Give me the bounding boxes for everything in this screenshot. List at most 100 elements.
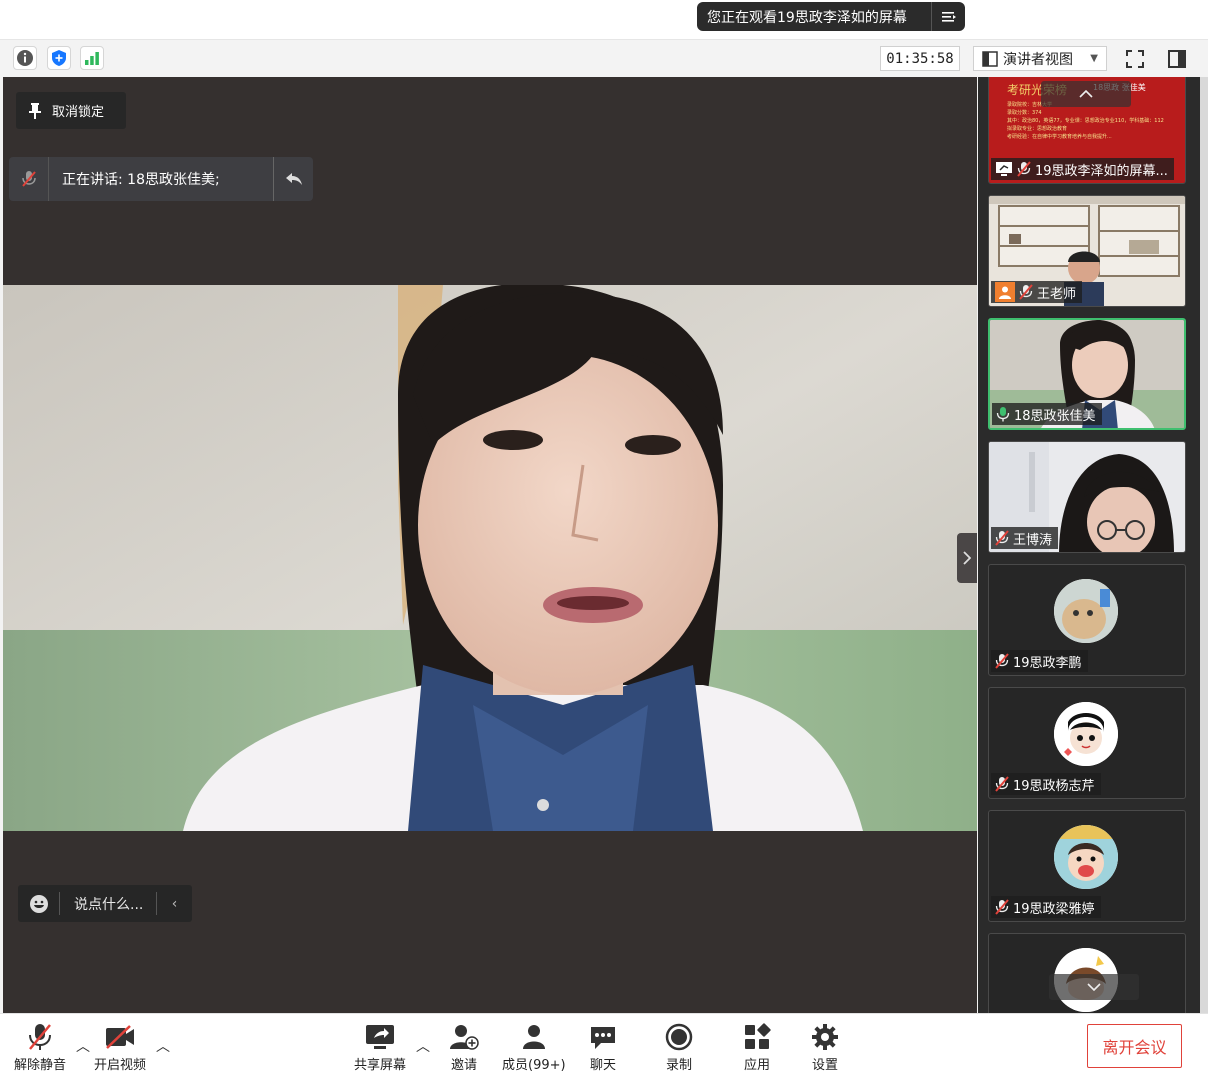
thumbnail-label: 19思政梁雅婷: [991, 896, 1101, 918]
screen-share-banner: 您正在观看19思政李泽如的屏幕: [697, 2, 965, 31]
thumbnail-screen-share[interactable]: 考研光荣榜 18思政 张佳美 录取院校：吉林大学 录取分数：374 其中：政治8…: [988, 77, 1186, 184]
thumbnail-participant[interactable]: [988, 933, 1186, 1013]
avatar-placeholder-icon: [995, 282, 1015, 302]
emoji-icon[interactable]: [18, 892, 60, 915]
avatar: [1054, 702, 1118, 766]
thumbnail-label: 王博涛: [991, 527, 1059, 549]
meeting-timer: 01:35:58: [880, 46, 960, 71]
collapse-thumbnails-handle[interactable]: [957, 533, 977, 583]
slide-line: 其中：政治80，英语77，专业课：思想政治专业110，学科基础：112: [1007, 118, 1164, 124]
network-signal-icon[interactable]: [80, 46, 104, 70]
thumbnail-label: 19思政李鹏: [991, 650, 1088, 672]
window-top-strip: 您正在观看19思政李泽如的屏幕: [0, 0, 1208, 40]
unmute-label: 解除静音: [14, 1058, 67, 1073]
unlock-pin-button[interactable]: 取消锁定: [16, 92, 126, 129]
speaker-view-icon: [982, 50, 998, 67]
meeting-control-bar: 解除静音 ︿ 开启视频 ︿ 共享屏幕 ︿ 邀请 成员(99+) 聊天 录制 应用…: [0, 1013, 1208, 1080]
active-mic-icon: [996, 407, 1010, 422]
reply-arrow-icon[interactable]: [273, 157, 313, 201]
record-button[interactable]: 录制: [665, 1020, 693, 1073]
chevron-up-icon: [1079, 90, 1093, 98]
record-icon: [665, 1020, 693, 1054]
apps-label: 应用: [743, 1058, 770, 1073]
main-video-stage: 取消锁定 正在讲话: 18思政张佳美; 说点什么... ‹: [3, 77, 977, 1013]
caret-down-icon: ▼: [1090, 53, 1098, 64]
fullscreen-icon[interactable]: [1122, 46, 1148, 72]
members-label: 成员(99+): [502, 1058, 566, 1073]
banner-menu-icon[interactable]: [931, 2, 965, 31]
thumbnail-label: 王老师: [991, 281, 1083, 303]
slide-line: 录取分数：374: [1007, 110, 1042, 116]
slide-line: 拟录取专业：思想政治教育: [1007, 126, 1068, 132]
info-icon[interactable]: [13, 46, 37, 70]
participant-name: 19思政梁雅婷: [1013, 901, 1095, 917]
chat-placeholder: 说点什么...: [74, 896, 144, 913]
muted-mic-icon: [995, 776, 1009, 792]
thumbnail-participant-active[interactable]: 18思政张佳美: [988, 318, 1186, 430]
audio-options-caret-icon[interactable]: ︿: [76, 1036, 90, 1056]
thumbnail-label: 19思政杨志芹: [991, 773, 1101, 795]
thumbnail-label: 19思政李泽如的屏幕...: [991, 158, 1174, 180]
start-video-label: 开启视频: [94, 1058, 147, 1073]
unlock-label: 取消锁定: [52, 105, 105, 120]
muted-mic-icon: [9, 157, 49, 201]
invite-button[interactable]: 邀请: [449, 1020, 479, 1073]
settings-button[interactable]: 设置: [811, 1020, 839, 1073]
thumbnail-participant[interactable]: 19思政梁雅婷: [988, 810, 1186, 922]
pin-icon: [29, 102, 41, 119]
muted-mic-icon: [995, 653, 1009, 669]
apps-button[interactable]: 应用: [743, 1020, 771, 1073]
apps-grid-icon: [743, 1020, 771, 1054]
view-mode-label: 演讲者视图: [1003, 51, 1073, 68]
thumbnail-participant[interactable]: 19思政杨志芹: [988, 687, 1186, 799]
video-off-icon: [104, 1020, 136, 1054]
thumbnail-participant[interactable]: 19思政李鹏: [988, 564, 1186, 676]
view-mode-select[interactable]: 演讲者视图 ▼: [973, 46, 1107, 71]
share-options-caret-icon[interactable]: ︿: [416, 1036, 430, 1056]
muted-mic-icon: [27, 1020, 53, 1054]
gear-icon: [811, 1020, 839, 1054]
thumbnail-scrollbar[interactable]: [1200, 77, 1208, 1013]
scroll-down-button[interactable]: [1049, 974, 1139, 1000]
participant-name: 19思政杨志芹: [1013, 778, 1095, 794]
avatar: [1054, 825, 1118, 889]
participant-name: 王博涛: [1013, 532, 1053, 548]
add-user-icon: [449, 1020, 479, 1054]
share-screen-label: 共享屏幕: [354, 1058, 407, 1073]
participant-name: 王老师: [1037, 286, 1077, 302]
participant-name: 19思政李鹏: [1013, 655, 1082, 671]
record-label: 录制: [665, 1058, 692, 1073]
chevron-down-icon: [1087, 983, 1101, 991]
video-options-caret-icon[interactable]: ︿: [156, 1036, 170, 1056]
leave-meeting-button[interactable]: 离开会议: [1087, 1024, 1182, 1068]
scroll-up-button[interactable]: [1041, 81, 1131, 107]
speaking-label: 正在讲话: 18思政张佳美;: [62, 172, 220, 188]
avatar: [1054, 579, 1118, 643]
unmute-button[interactable]: 解除静音: [14, 1020, 66, 1073]
participant-name: 19思政李泽如的屏幕...: [1035, 163, 1168, 179]
meeting-window: 您正在观看19思政李泽如的屏幕 01:35:58 演讲者视图 ▼ 取消锁定 正在…: [0, 0, 1208, 1080]
share-screen-icon: [364, 1020, 396, 1054]
chat-label: 聊天: [589, 1058, 616, 1073]
participant-name: 18思政张佳美: [1014, 408, 1096, 424]
members-button[interactable]: 成员(99+): [502, 1020, 566, 1073]
share-screen-button[interactable]: 共享屏幕: [354, 1020, 406, 1073]
screen-share-icon: [996, 162, 1012, 176]
side-panel-toggle-icon[interactable]: [1164, 46, 1190, 72]
quick-chat-input[interactable]: 说点什么... ‹: [18, 885, 192, 922]
thumbnail-label: 18思政张佳美: [992, 403, 1102, 425]
screen-share-banner-text: 您正在观看19思政李泽如的屏幕: [707, 9, 907, 26]
thumbnail-participant[interactable]: 王博涛: [988, 441, 1186, 553]
muted-mic-icon: [1017, 161, 1031, 177]
chat-bubble-icon: [589, 1020, 617, 1054]
members-icon: [520, 1020, 548, 1054]
chevron-left-icon[interactable]: ‹: [156, 892, 192, 915]
slide-body: 录取院校：吉林大学 录取分数：374 其中：政治80，英语77，专业课：思想政治…: [1007, 101, 1183, 155]
start-video-button[interactable]: 开启视频: [94, 1020, 146, 1073]
chat-button[interactable]: 聊天: [589, 1020, 617, 1073]
slide-line: 考研经验：在自律中学习教育培养与自我提升...: [1007, 134, 1112, 140]
security-shield-icon[interactable]: [47, 46, 71, 70]
thumbnail-participant[interactable]: 王老师: [988, 195, 1186, 307]
settings-label: 设置: [811, 1058, 838, 1073]
speaking-indicator: 正在讲话: 18思政张佳美;: [9, 157, 313, 201]
